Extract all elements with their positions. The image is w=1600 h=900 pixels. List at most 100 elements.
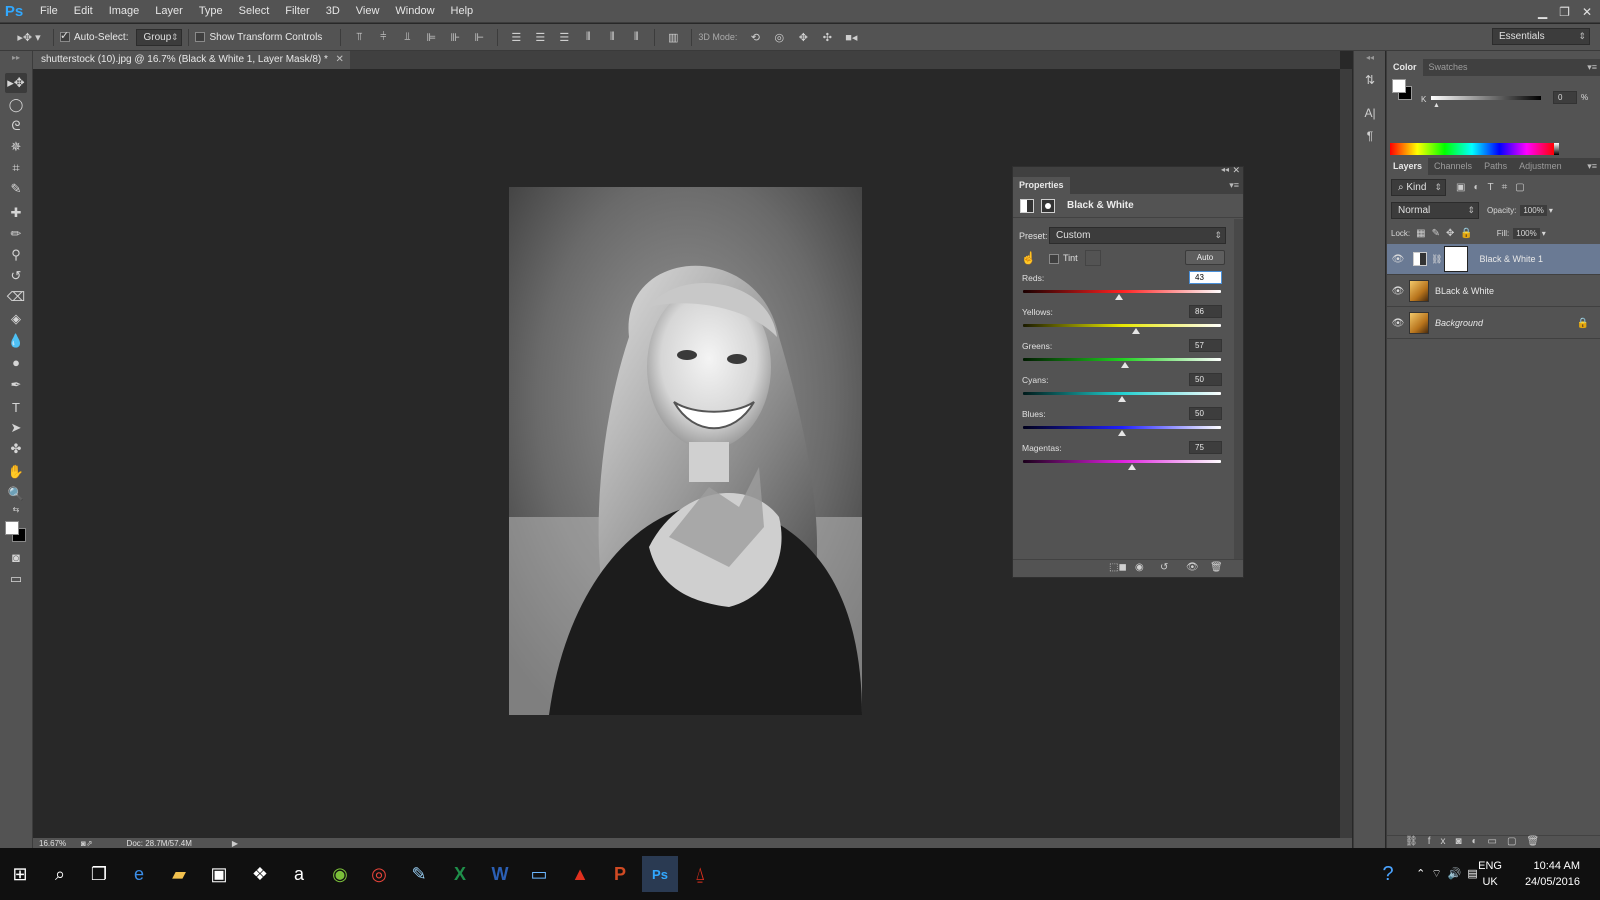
file-explorer-icon[interactable]: ▰ (161, 856, 197, 892)
targeted-adjustment-hand-icon[interactable]: ☝ (1021, 251, 1036, 265)
menu-window[interactable]: Window (387, 0, 442, 23)
visibility-eye-icon[interactable]: 👁 (1387, 254, 1409, 265)
close-tab-icon[interactable]: ✕ (336, 51, 344, 69)
clip-to-layer-icon[interactable]: ⬚◼ (1109, 562, 1127, 573)
reset-adjustment-icon[interactable]: ↺ (1160, 562, 1168, 573)
slider-thumb[interactable] (1132, 328, 1141, 334)
history-brush-tool-icon[interactable]: ↺ (5, 266, 27, 286)
dodge-tool-icon[interactable]: ● (5, 352, 27, 372)
powerpoint-icon[interactable]: P (602, 856, 638, 892)
vertical-scrollbar[interactable] (1340, 69, 1352, 838)
3d-roll-icon[interactable]: ◎ (770, 28, 788, 46)
clone-stamp-tool-icon[interactable]: ⚲ (5, 245, 27, 265)
history-panel-icon[interactable]: ⇅ (1362, 73, 1378, 89)
color-spectrum-ramp[interactable] (1390, 143, 1554, 155)
slider-track[interactable] (1023, 358, 1221, 361)
search-icon[interactable]: ⌕ (42, 856, 78, 892)
restore-icon[interactable]: ❐ (1559, 5, 1570, 19)
layer-name[interactable]: Black & White 1 (1479, 254, 1543, 264)
slider-value-field[interactable]: 57 (1189, 339, 1222, 352)
tab-layers[interactable]: Layers (1387, 158, 1429, 175)
panel-menu-icon[interactable]: ▾≡ (1587, 158, 1597, 175)
menu-image[interactable]: Image (101, 0, 148, 23)
slider-thumb[interactable] (1118, 396, 1126, 402)
menu-type[interactable]: Type (191, 0, 231, 23)
layer-mask-thumbnail[interactable] (1444, 246, 1469, 272)
mask-icon[interactable] (1041, 198, 1055, 213)
acrobat-pro-icon[interactable]: ▲ (562, 856, 598, 892)
menu-3d[interactable]: 3D (318, 0, 348, 23)
swap-colors-icon[interactable]: ⇆ (5, 504, 27, 514)
delete-adjustment-icon[interactable]: 🗑 (1210, 562, 1223, 573)
distribute-hcenter-icon[interactable]: ⦀ (603, 28, 621, 46)
fill-dropdown-icon[interactable]: ▾ (1542, 229, 1546, 238)
paint-bucket-tool-icon[interactable]: ◈ (5, 309, 27, 329)
3d-slide-icon[interactable]: ✣ (818, 28, 836, 46)
menu-file[interactable]: File (32, 0, 66, 23)
align-right-icon[interactable]: ⊩ (470, 28, 488, 46)
tab-adjustments[interactable]: Adjustmen (1513, 158, 1568, 175)
panel-menu-icon[interactable]: ▾≡ (1587, 59, 1597, 76)
adjustment-icon[interactable] (1020, 198, 1034, 213)
menu-edit[interactable]: Edit (66, 0, 101, 23)
slider-track[interactable] (1023, 290, 1221, 293)
auto-button[interactable]: Auto (1185, 250, 1225, 265)
language-indicator[interactable]: ENG UK (1478, 858, 1502, 890)
distribute-left-icon[interactable]: ⦀ (579, 28, 597, 46)
layer-row[interactable]: 👁 Background 🔒 (1387, 308, 1600, 339)
opacity-dropdown-icon[interactable]: ▾ (1549, 206, 1553, 215)
tripadvisor-icon[interactable]: ◉ (322, 856, 358, 892)
close-icon[interactable]: ✕ (1582, 5, 1592, 19)
layer-name[interactable]: BLack & White (1435, 286, 1494, 296)
tab-paths[interactable]: Paths (1478, 158, 1513, 175)
visibility-eye-icon[interactable]: 👁 (1387, 286, 1409, 297)
panel-menu-icon[interactable]: ▾≡ (1229, 177, 1239, 194)
custom-shape-tool-icon[interactable]: ✤ (5, 439, 27, 459)
tint-checkbox[interactable] (1049, 254, 1059, 264)
align-top-icon[interactable]: ⫪ (350, 28, 368, 46)
layer-row[interactable]: 👁 ⛓ Black & White 1 (1387, 244, 1600, 275)
status-proof-icon[interactable]: ◙⇗ (81, 839, 93, 848)
slider-track[interactable] (1023, 426, 1221, 429)
zoom-level[interactable]: 16.67% (39, 839, 77, 848)
fill-value[interactable]: 100% (1513, 227, 1540, 239)
magic-wand-tool-icon[interactable]: ✵ (5, 137, 27, 157)
dock-collapse-icon[interactable]: ◂◂ (1362, 53, 1378, 69)
show-transform-checkbox[interactable] (195, 32, 206, 42)
pen-tool-icon[interactable]: ✒ (5, 375, 27, 395)
k-slider-thumb-icon[interactable]: ▲ (1433, 102, 1440, 109)
menu-filter[interactable]: Filter (277, 0, 317, 23)
auto-select-checkbox[interactable] (60, 29, 70, 42)
mask-link-icon[interactable]: ⛓ (1431, 254, 1442, 265)
word-icon[interactable]: W (482, 856, 518, 892)
panel-collapse-icon[interactable]: ▸▸ (5, 53, 27, 62)
slider-value-field[interactable]: 43 (1189, 271, 1222, 284)
document-tab[interactable]: shutterstock (10).jpg @ 16.7% (Black & W… (33, 51, 350, 69)
distribute-right-icon[interactable]: ⦀ (627, 28, 645, 46)
status-menu-arrow-icon[interactable]: ▶ (232, 839, 238, 848)
dropbox-icon[interactable]: ❖ (242, 856, 278, 892)
slider-track[interactable] (1023, 324, 1221, 327)
lock-options-icons[interactable]: ▦✎✥🔒 (1416, 228, 1479, 239)
tint-color-swatch[interactable] (1085, 250, 1101, 266)
acrobat-reader-icon[interactable]: ⍙ (682, 856, 718, 892)
align-left-icon[interactable]: ⊫ (422, 28, 440, 46)
auto-select-target-dropdown[interactable]: Group (136, 28, 183, 46)
distribute-vcenter-icon[interactable]: ☰ (531, 28, 549, 46)
layer-filter-type-icons[interactable]: ▣◐T⌗▢ (1456, 182, 1533, 193)
3d-pan-icon[interactable]: ✥ (794, 28, 812, 46)
quick-mask-icon[interactable]: ◙ (5, 547, 27, 567)
menu-view[interactable]: View (348, 0, 388, 23)
windows-start-icon[interactable]: ⊞ (2, 856, 38, 892)
lasso-tool-icon[interactable]: ᘓ (5, 116, 27, 136)
scanner-icon[interactable]: ▭ (521, 856, 557, 892)
eyedropper-tool-icon[interactable]: ✎ (5, 179, 27, 199)
close-panel-icon[interactable]: ✕ (1232, 165, 1240, 176)
properties-scrollbar[interactable] (1234, 219, 1243, 559)
document-image[interactable] (509, 187, 862, 715)
tab-channels[interactable]: Channels (1428, 158, 1478, 175)
task-view-icon[interactable]: ❐ (81, 856, 117, 892)
preset-dropdown[interactable]: Custom (1049, 227, 1226, 244)
menu-layer[interactable]: Layer (147, 0, 191, 23)
paint-icon[interactable]: ✎ (401, 856, 437, 892)
